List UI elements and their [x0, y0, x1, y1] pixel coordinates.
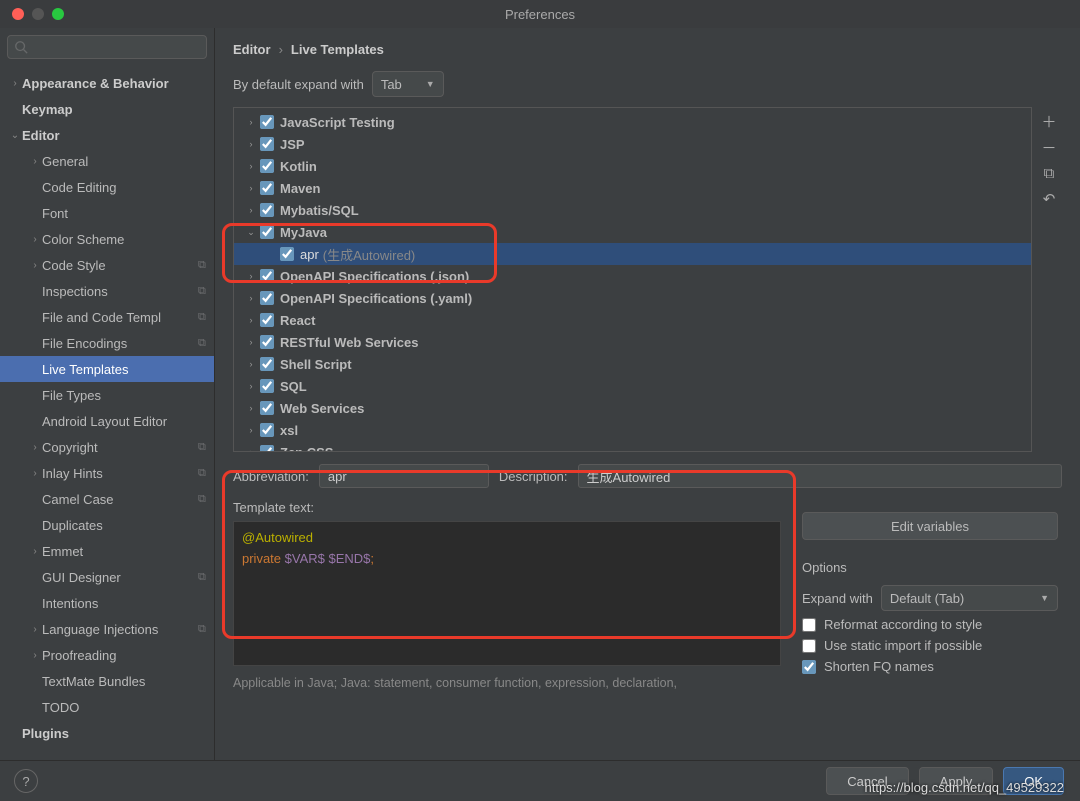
template-openapi-specifications-json-[interactable]: ›OpenAPI Specifications (.json) [234, 265, 1031, 287]
template-mybatis-sql[interactable]: ›Mybatis/SQL [234, 199, 1031, 221]
sidebar-item-plugins[interactable]: Plugins [0, 720, 214, 746]
options-header: Options [802, 560, 1058, 575]
chevron-down-icon: ▼ [426, 79, 435, 89]
template-javascript-testing[interactable]: ›JavaScript Testing [234, 111, 1031, 133]
window-controls [0, 8, 64, 20]
abbreviation-label: Abbreviation: [233, 469, 309, 484]
sidebar-item-font[interactable]: Font [0, 200, 214, 226]
edit-variables-button[interactable]: Edit variables [802, 512, 1058, 540]
template-web-services[interactable]: ›Web Services [234, 397, 1031, 419]
template-maven[interactable]: ›Maven [234, 177, 1031, 199]
chevron-down-icon: ▼ [1040, 593, 1049, 603]
template-restful-web-services[interactable]: ›RESTful Web Services [234, 331, 1031, 353]
description-label: Description: [499, 469, 568, 484]
sidebar-item-keymap[interactable]: Keymap [0, 96, 214, 122]
sidebar-item-emmet[interactable]: ›Emmet [0, 538, 214, 564]
content-area: Editor › Live Templates By default expan… [215, 28, 1080, 760]
template-kotlin[interactable]: ›Kotlin [234, 155, 1031, 177]
settings-tree: ›Appearance & BehaviorKeymap⌄Editor›Gene… [0, 66, 214, 760]
sidebar-item-file-types[interactable]: File Types [0, 382, 214, 408]
sidebar-item-gui-designer[interactable]: GUI Designer⧉ [0, 564, 214, 590]
sidebar-item-editor[interactable]: ⌄Editor [0, 122, 214, 148]
sidebar-item-camel-case[interactable]: Camel Case⧉ [0, 486, 214, 512]
breadcrumb-current: Live Templates [291, 42, 384, 57]
titlebar: Preferences [0, 0, 1080, 28]
copy-button[interactable]: ⧉ [1039, 163, 1059, 183]
expand-with-combo[interactable]: Tab ▼ [372, 71, 444, 97]
sidebar-item-color-scheme[interactable]: ›Color Scheme [0, 226, 214, 252]
sidebar-item-language-injections[interactable]: ›Language Injections⧉ [0, 616, 214, 642]
description-input[interactable] [578, 464, 1062, 488]
sidebar-item-appearance-behavior[interactable]: ›Appearance & Behavior [0, 70, 214, 96]
sidebar-item-code-editing[interactable]: Code Editing [0, 174, 214, 200]
add-button[interactable]: ＋ [1039, 111, 1059, 131]
search-input[interactable] [7, 35, 207, 59]
template-zen-css[interactable]: ›Zen CSS [234, 441, 1031, 452]
expand-with-label: Expand with [802, 591, 873, 606]
sidebar-item-android-layout-editor[interactable]: Android Layout Editor [0, 408, 214, 434]
help-button[interactable]: ? [14, 769, 38, 793]
expand-with-option-combo[interactable]: Default (Tab) ▼ [881, 585, 1058, 611]
sidebar-item-live-templates[interactable]: Live Templates [0, 356, 214, 382]
sidebar-item-intentions[interactable]: Intentions [0, 590, 214, 616]
reformat-checkbox[interactable] [802, 618, 816, 632]
maximize-icon[interactable] [52, 8, 64, 20]
remove-button[interactable]: － [1039, 137, 1059, 157]
watermark: https://blog.csdn.net/qq_49529322 [865, 780, 1065, 795]
sidebar-item-file-and-code-templ[interactable]: File and Code Templ⧉ [0, 304, 214, 330]
template-sql[interactable]: ›SQL [234, 375, 1031, 397]
shorten-fq-checkbox[interactable] [802, 660, 816, 674]
breadcrumb-root[interactable]: Editor [233, 42, 271, 57]
template-myjava[interactable]: ⌄MyJava [234, 221, 1031, 243]
revert-button[interactable]: ↶ [1039, 189, 1059, 209]
settings-sidebar: ›Appearance & BehaviorKeymap⌄Editor›Gene… [0, 28, 215, 760]
template-list[interactable]: ›JavaScript Testing›JSP›Kotlin›Maven›Myb… [233, 107, 1032, 452]
template-xsl[interactable]: ›xsl [234, 419, 1031, 441]
sidebar-item-inlay-hints[interactable]: ›Inlay Hints⧉ [0, 460, 214, 486]
minimize-icon[interactable] [32, 8, 44, 20]
sidebar-item-duplicates[interactable]: Duplicates [0, 512, 214, 538]
close-icon[interactable] [12, 8, 24, 20]
expand-label: By default expand with [233, 77, 364, 92]
search-icon [14, 40, 28, 54]
breadcrumb: Editor › Live Templates [233, 42, 1062, 57]
sidebar-item-textmate-bundles[interactable]: TextMate Bundles [0, 668, 214, 694]
sidebar-item-proofreading[interactable]: ›Proofreading [0, 642, 214, 668]
sidebar-item-file-encodings[interactable]: File Encodings⧉ [0, 330, 214, 356]
template-text-editor[interactable]: @Autowired private $VAR$ $END$; [233, 521, 781, 666]
template-openapi-specifications-yaml-[interactable]: ›OpenAPI Specifications (.yaml) [234, 287, 1031, 309]
template-apr[interactable]: apr(生成Autowired) [234, 243, 1031, 265]
abbreviation-input[interactable] [319, 464, 489, 488]
sidebar-item-code-style[interactable]: ›Code Style⧉ [0, 252, 214, 278]
window-title: Preferences [505, 7, 575, 22]
template-jsp[interactable]: ›JSP [234, 133, 1031, 155]
static-import-checkbox[interactable] [802, 639, 816, 653]
template-react[interactable]: ›React [234, 309, 1031, 331]
chevron-right-icon: › [279, 42, 283, 57]
sidebar-item-todo[interactable]: TODO [0, 694, 214, 720]
sidebar-item-copyright[interactable]: ›Copyright⧉ [0, 434, 214, 460]
template-shell-script[interactable]: ›Shell Script [234, 353, 1031, 375]
sidebar-item-inspections[interactable]: Inspections⧉ [0, 278, 214, 304]
sidebar-item-general[interactable]: ›General [0, 148, 214, 174]
